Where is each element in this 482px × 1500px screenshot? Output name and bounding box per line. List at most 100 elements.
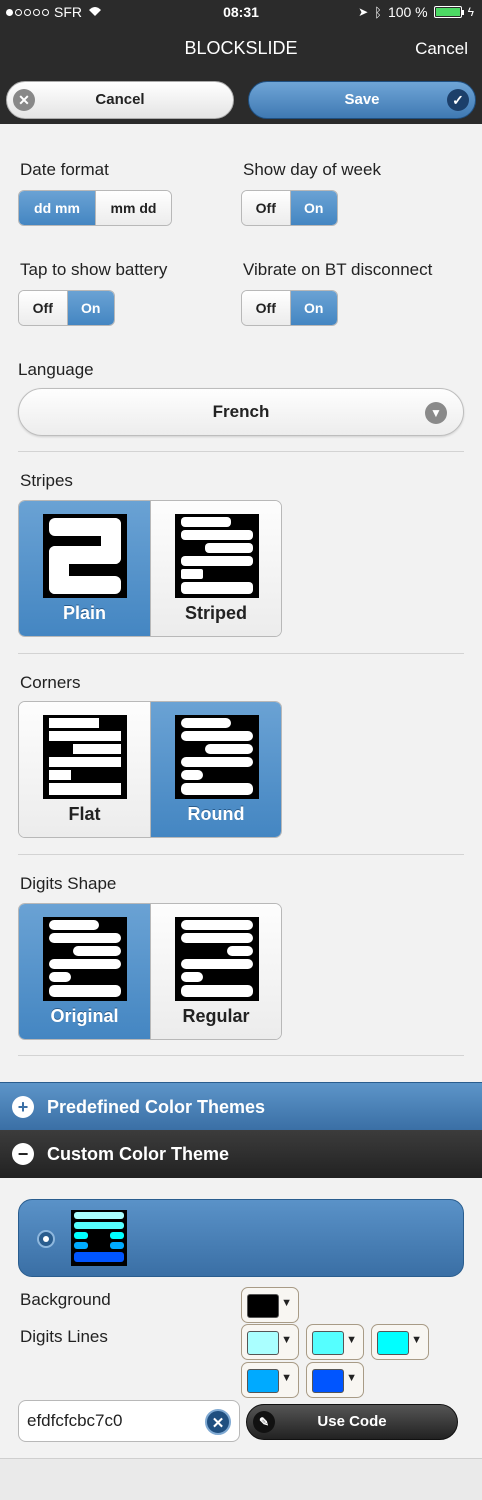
custom-theme-card[interactable] [18,1199,464,1277]
use-code-label: Use Code [317,1413,387,1430]
background-label: Background [20,1290,111,1309]
divider [18,653,464,654]
radio-selected-icon[interactable] [37,1230,55,1248]
dropdown-arrow-icon: ▼ [281,1297,292,1309]
language-select[interactable]: French ▼ [18,388,464,436]
nav-cancel-button[interactable]: Cancel [415,39,468,59]
digit-preview-round-icon [175,715,259,799]
color-swatch [377,1331,409,1355]
close-icon: ✕ [13,89,35,111]
digit-line-color-picker-5[interactable]: ▼ [306,1362,364,1398]
save-button-label: Save [344,91,380,108]
divider [18,1055,464,1056]
language-value: French [212,402,270,421]
vibrate-bt-toggle: Off On [241,290,338,326]
tap-battery-label: Tap to show battery [20,260,168,279]
digit-line-color-picker-3[interactable]: ▼ [371,1324,429,1360]
predefined-themes-label: Predefined Color Themes [47,1097,266,1117]
color-swatch [247,1369,279,1393]
battery-icon [433,6,464,18]
dropdown-arrow-icon: ▼ [281,1372,292,1384]
tap-battery-toggle: Off On [18,290,115,326]
cancel-button[interactable]: ✕ Cancel [6,81,234,119]
bluetooth-icon: ᛒ [374,4,382,20]
stripes-option-striped[interactable]: Striped [150,501,281,636]
date-format-toggle: dd mm mm dd [18,190,172,226]
divider [18,854,464,855]
stripes-label: Stripes [20,471,73,490]
show-day-of-week-label: Show day of week [243,160,381,179]
show-day-on[interactable]: On [289,191,337,225]
chevron-down-icon: ▼ [425,402,447,424]
digit-preview-plain-icon [43,514,127,598]
predefined-themes-header[interactable]: + Predefined Color Themes [0,1082,482,1130]
tap-battery-off[interactable]: Off [19,291,67,325]
vibrate-bt-off[interactable]: Off [242,291,290,325]
digit-preview-regular-icon [175,917,259,1001]
stripes-option-striped-label: Striped [184,603,247,623]
show-day-off[interactable]: Off [242,191,290,225]
status-bar: SFR 08:31 ➤ ᛒ 100 % ϟ [0,0,482,24]
action-bar: ✕ Cancel Save ✓ [0,76,482,124]
digits-shape-option-original[interactable]: Original [19,904,150,1039]
theme-preview-icon [71,1210,127,1266]
stripes-picker: Plain Striped [18,500,282,637]
status-right: ➤ ᛒ 100 % ϟ [358,4,474,20]
date-format-option-dd-mm[interactable]: dd mm [19,191,95,225]
clear-icon[interactable]: ✕ [205,1409,231,1435]
digit-line-color-picker-1[interactable]: ▼ [241,1324,299,1360]
plus-icon: + [12,1096,34,1118]
show-day-of-week-toggle: Off On [241,190,338,226]
color-swatch [247,1294,279,1318]
pencil-icon: ✎ [253,1411,275,1433]
date-format-label: Date format [20,160,109,179]
color-swatch [312,1331,344,1355]
background-color-picker[interactable]: ▼ [241,1287,299,1323]
minus-icon: − [12,1143,34,1165]
vibrate-bt-on[interactable]: On [289,291,337,325]
corners-option-round[interactable]: Round [150,702,281,837]
digit-line-color-picker-2[interactable]: ▼ [306,1324,364,1360]
stripes-option-plain-label: Plain [62,603,106,623]
digits-shape-picker: Original Regular [18,903,282,1040]
digits-shape-option-original-label: Original [50,1006,119,1026]
theme-code-input[interactable]: efdfcfcbc7c0 ✕ [18,1400,240,1442]
color-swatch [247,1331,279,1355]
custom-theme-header[interactable]: − Custom Color Theme [0,1130,482,1178]
language-label: Language [18,360,94,379]
dropdown-arrow-icon: ▼ [411,1334,422,1346]
tap-battery-on[interactable]: On [66,291,114,325]
date-format-option-mm-dd[interactable]: mm dd [95,191,171,225]
battery-percent: 100 % [387,4,428,20]
vibrate-bt-label: Vibrate on BT disconnect [243,260,433,279]
corners-option-flat-label: Flat [68,804,101,824]
digit-line-color-picker-4[interactable]: ▼ [241,1362,299,1398]
digit-preview-flat-icon [43,715,127,799]
page-title: BLOCKSLIDE [184,38,298,58]
digits-shape-label: Digits Shape [20,874,117,893]
location-icon: ➤ [358,5,369,19]
cancel-button-label: Cancel [95,91,145,108]
nav-bar: BLOCKSLIDE Cancel [0,24,482,76]
color-swatch [312,1369,344,1393]
digits-shape-option-regular-label: Regular [182,1006,250,1026]
corners-picker: Flat Round [18,701,282,838]
divider [18,451,464,452]
charging-icon: ϟ [467,5,474,19]
use-code-button[interactable]: ✎ Use Code [246,1404,458,1440]
save-button[interactable]: Save ✓ [248,81,476,119]
theme-code-value: efdfcfcbc7c0 [27,1411,123,1430]
footer [0,1458,482,1500]
corners-option-flat[interactable]: Flat [19,702,150,837]
digits-lines-label: Digits Lines [20,1327,108,1346]
digits-shape-option-regular[interactable]: Regular [150,904,281,1039]
custom-theme-label: Custom Color Theme [47,1144,230,1164]
dropdown-arrow-icon: ▼ [346,1372,357,1384]
corners-label: Corners [20,673,81,692]
stripes-option-plain[interactable]: Plain [19,501,150,636]
corners-option-round-label: Round [187,804,245,824]
dropdown-arrow-icon: ▼ [346,1334,357,1346]
checkmark-icon: ✓ [447,89,469,111]
digit-preview-striped-icon [175,514,259,598]
digit-preview-original-icon [43,917,127,1001]
